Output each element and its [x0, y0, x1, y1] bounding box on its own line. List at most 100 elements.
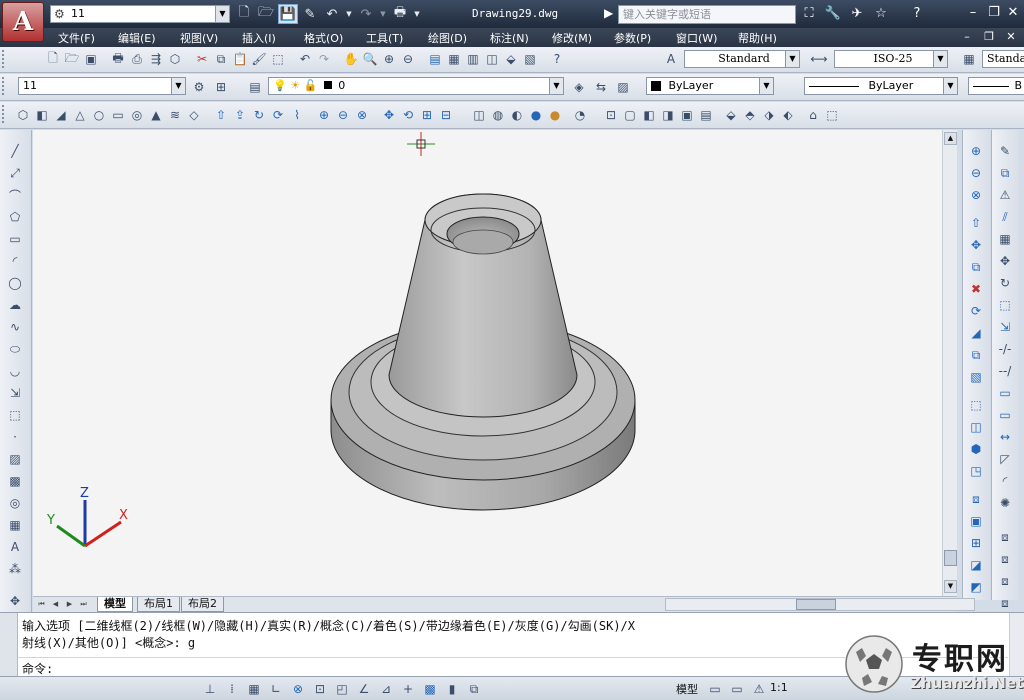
menu-draw[interactable]: 绘图(D): [428, 30, 467, 46]
line-icon[interactable]: ╱: [6, 142, 24, 160]
plot-icon[interactable]: 🖶: [390, 4, 410, 24]
sheet-set-icon[interactable]: ◫: [483, 50, 501, 68]
union-icon[interactable]: ⊕: [967, 142, 985, 160]
polygon-icon[interactable]: ⬠: [6, 208, 24, 226]
view-ne-iso-icon[interactable]: ⬗: [760, 106, 778, 124]
3d-array-icon[interactable]: ⊟: [437, 106, 455, 124]
clean-icon[interactable]: ◳: [967, 462, 985, 480]
revolve-icon[interactable]: ⟳: [269, 106, 287, 124]
spline-icon[interactable]: ∿: [6, 318, 24, 336]
sun-icon[interactable]: ☀: [290, 79, 300, 92]
taper-faces-icon[interactable]: ◢: [967, 324, 985, 342]
toolbar-grip[interactable]: [2, 105, 6, 123]
help-icon[interactable]: ?: [908, 4, 926, 24]
tab-prev-icon[interactable]: ◀: [49, 598, 62, 611]
chevron-down-icon[interactable]: ▼: [785, 51, 799, 67]
redo-icon[interactable]: ↷: [315, 50, 333, 68]
close-button[interactable]: ✕: [1002, 3, 1024, 23]
sweep-icon[interactable]: ↻: [250, 106, 268, 124]
make-current-icon[interactable]: ◈: [570, 78, 588, 96]
visual-style-conceptual-icon[interactable]: ●: [546, 106, 564, 124]
menu-edit[interactable]: 编辑(E): [118, 30, 156, 46]
insert-block-icon[interactable]: ⇲: [6, 384, 24, 402]
make-block-icon[interactable]: ⬚: [6, 406, 24, 424]
visual-style-2d-icon[interactable]: ◫: [470, 106, 488, 124]
layer-select[interactable]: 💡 ☀ 🔓 0 ▼: [268, 77, 564, 95]
box-icon[interactable]: ◧: [33, 106, 51, 124]
cone-icon[interactable]: △: [71, 106, 89, 124]
visual-style-hidden-icon[interactable]: ◐: [508, 106, 526, 124]
view-top-icon[interactable]: ⊡: [602, 106, 620, 124]
chevron-down-icon[interactable]: ▼: [943, 78, 957, 94]
tab-last-icon[interactable]: ⏭: [77, 598, 90, 611]
fillet-icon[interactable]: ◜: [996, 472, 1014, 490]
presspull-icon[interactable]: ⇪: [231, 106, 249, 124]
arc-icon[interactable]: ◜: [6, 252, 24, 270]
binoculars-icon[interactable]: ⛶: [800, 4, 818, 24]
menu-modify[interactable]: 修改(M): [552, 30, 592, 46]
polar-tracking-icon[interactable]: ⊗: [288, 680, 308, 698]
block-editor-icon[interactable]: ⬚: [269, 50, 287, 68]
zoom-realtime-icon[interactable]: 🔍: [361, 50, 379, 68]
linetype-select[interactable]: ByLayer ▼: [804, 77, 958, 95]
slice-icon[interactable]: ◪: [967, 556, 985, 574]
markup-icon[interactable]: ⬙: [502, 50, 520, 68]
toolbar-lock-icon[interactable]: ⊞: [212, 78, 230, 96]
view-se-iso-icon[interactable]: ⬘: [741, 106, 759, 124]
layout-viewport-4-icon[interactable]: ⧈: [996, 594, 1014, 612]
chevron-down-icon[interactable]: ▼: [215, 6, 229, 22]
visual-style-manager-icon[interactable]: ◔: [571, 106, 589, 124]
application-menu-button[interactable]: A: [2, 2, 44, 42]
extrude-faces-icon[interactable]: ⇧: [967, 214, 985, 232]
new-file-icon[interactable]: 🗋: [234, 4, 254, 24]
separate-icon[interactable]: ⧈: [967, 490, 985, 508]
rectangle-icon[interactable]: ▭: [6, 230, 24, 248]
layout-viewport-3-icon[interactable]: ⧈: [996, 572, 1014, 590]
multiline-text-icon[interactable]: A: [6, 538, 24, 556]
move-icon[interactable]: ✥: [996, 252, 1014, 270]
torus-icon[interactable]: ◎: [128, 106, 146, 124]
workspace-settings-icon[interactable]: ⚙: [190, 78, 208, 96]
cut-icon[interactable]: ✂: [193, 50, 211, 68]
undo-dropdown-icon[interactable]: ▼: [344, 4, 354, 24]
annotation-scale-icon[interactable]: ⚠: [750, 680, 768, 698]
text-style-select[interactable]: Standard ▼: [684, 50, 800, 68]
offset-icon[interactable]: ⫽: [996, 208, 1014, 226]
add-selected-icon[interactable]: ⁂: [6, 560, 24, 578]
gradient-icon[interactable]: ▩: [6, 472, 24, 490]
doc-close-button[interactable]: ✕: [1002, 29, 1020, 45]
subtract-icon[interactable]: ⊖: [334, 106, 352, 124]
publish-icon[interactable]: ⇶: [147, 50, 165, 68]
intersect-icon[interactable]: ⊗: [967, 186, 985, 204]
hscroll-thumb[interactable]: [796, 599, 836, 610]
dim-style-select[interactable]: ISO-25 ▼: [834, 50, 948, 68]
new-icon[interactable]: 🗋: [44, 50, 62, 68]
infer-constraints-icon[interactable]: ⊥: [200, 680, 220, 698]
layout-viewport-icon[interactable]: ⧈: [996, 528, 1014, 546]
quick-view-layouts-icon[interactable]: ▭: [706, 680, 724, 698]
3d-print-icon[interactable]: ⬡: [166, 50, 184, 68]
array-icon[interactable]: ▦: [996, 230, 1014, 248]
menu-insert[interactable]: 插入(I): [242, 30, 276, 46]
ellipse-arc-icon[interactable]: ◡: [6, 362, 24, 380]
search-input[interactable]: 键入关键字或短语: [618, 5, 796, 24]
save-as-icon[interactable]: ✎: [300, 4, 320, 24]
copy-edges-icon[interactable]: ⬚: [967, 396, 985, 414]
menu-format[interactable]: 格式(O): [304, 30, 343, 46]
3d-model-part[interactable]: [330, 193, 636, 511]
3d-object-snap-icon[interactable]: ◰: [332, 680, 352, 698]
menu-view[interactable]: 视图(V): [180, 30, 218, 46]
menu-help[interactable]: 帮助(H): [738, 30, 777, 46]
wedge-icon[interactable]: ◢: [52, 106, 70, 124]
redo-dropdown-icon[interactable]: ▼: [378, 4, 388, 24]
mirror-icon[interactable]: ⚠: [996, 186, 1014, 204]
offset-faces-icon[interactable]: ⧉: [967, 258, 985, 276]
dynamic-ucs-icon[interactable]: ⊿: [376, 680, 396, 698]
extrude-icon[interactable]: ⇧: [212, 106, 230, 124]
match-properties-icon[interactable]: 🖌: [250, 50, 268, 68]
undo-icon[interactable]: ↶: [296, 50, 314, 68]
quickcalc-icon[interactable]: ▧: [521, 50, 539, 68]
menu-window[interactable]: 窗口(W): [676, 30, 717, 46]
color-edges-icon[interactable]: ◫: [967, 418, 985, 436]
color-faces-icon[interactable]: ▧: [967, 368, 985, 386]
